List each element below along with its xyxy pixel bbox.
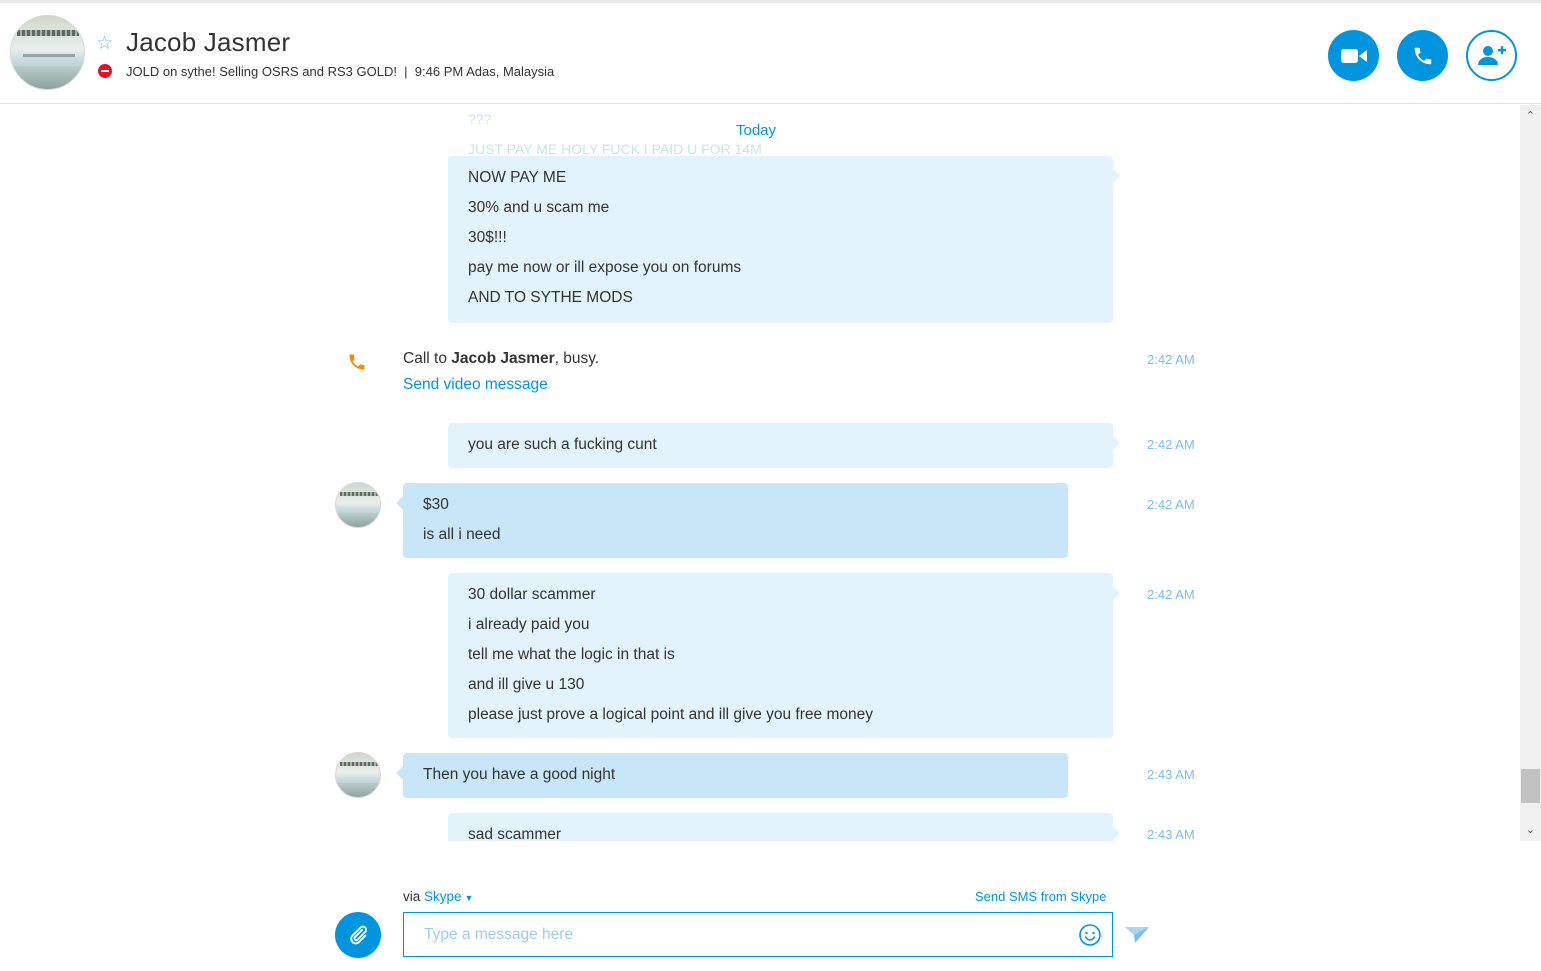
message-line: 30$!!! [468, 229, 507, 246]
message-timestamp: 2:42 AM [1147, 497, 1195, 512]
faded-message-line: ??? [468, 111, 492, 127]
conversation-header: ☆ Jacob Jasmer JOLD on sythe! Selling OS… [0, 3, 1541, 104]
audio-call-button[interactable] [1397, 30, 1448, 81]
date-divider: Today [736, 122, 777, 139]
chat-scrollbar[interactable]: ⌃ ⌄ [1520, 105, 1541, 841]
scrollbar-thumb[interactable] [1521, 769, 1540, 803]
faded-message-line: JUST PAY ME HOLY FUCK I PAID U FOR 14M [468, 141, 762, 157]
contact-name[interactable]: Jacob Jasmer [126, 27, 290, 58]
favorite-star-icon[interactable]: ☆ [96, 33, 113, 53]
outgoing-message-bubble[interactable]: you are such a fucking cunt [448, 423, 1120, 468]
scroll-down-arrow-icon[interactable]: ⌄ [1520, 821, 1541, 839]
add-people-button[interactable] [1466, 30, 1517, 81]
attach-file-button[interactable] [335, 912, 381, 958]
send-message-icon[interactable] [1125, 925, 1149, 945]
contact-avatar-small[interactable] [335, 482, 381, 528]
conversation-history[interactable]: ??? JUST PAY ME HOLY FUCK I PAID U FOR 1… [0, 105, 1520, 841]
send-video-message-link[interactable]: Send video message [403, 376, 548, 394]
message-line: you are such a fucking cunt [468, 436, 657, 453]
outgoing-message-bubble[interactable]: 30 dollar scammer i already paid you tel… [448, 573, 1120, 738]
call-event-text: Call to Jacob Jasmer, busy. [403, 350, 600, 367]
phone-icon [1414, 47, 1431, 64]
paperclip-icon [350, 925, 367, 945]
message-timestamp: 2:43 AM [1147, 767, 1195, 782]
message-line: is all i need [423, 526, 501, 543]
message-line: sad scammer [468, 826, 562, 841]
outgoing-message-bubble[interactable]: NOW PAY ME 30% and u scam me 30$!!! pay … [448, 156, 1120, 323]
message-line: pay me now or ill expose you on forums [468, 259, 742, 276]
message-line: NOW PAY ME [468, 169, 567, 186]
do-not-disturb-status-icon [98, 64, 112, 78]
message-line: i already paid you [468, 616, 590, 633]
video-call-button[interactable] [1328, 30, 1379, 81]
message-line: AND TO SYTHE MODS [468, 289, 633, 306]
emoticon-icon[interactable] [1078, 923, 1102, 947]
call-contact-name: Jacob Jasmer [451, 350, 555, 367]
message-timestamp: 2:42 AM [1147, 587, 1195, 602]
incoming-message-bubble[interactable]: $30 is all i need [396, 483, 1068, 558]
send-via-selector[interactable]: via Skype ▼ [403, 889, 473, 904]
outgoing-call-icon [349, 354, 365, 370]
message-timestamp: 2:42 AM [1147, 352, 1195, 367]
video-camera-icon [1340, 48, 1367, 63]
message-timestamp: 2:42 AM [1147, 437, 1195, 452]
message-line: and ill give u 130 [468, 676, 585, 693]
message-input[interactable] [404, 913, 1064, 956]
message-line: 30% and u scam me [468, 199, 610, 216]
contact-avatar-small[interactable] [335, 752, 381, 798]
message-line: please just prove a logical point and il… [468, 706, 873, 723]
message-line: $30 [423, 496, 449, 513]
contact-avatar[interactable] [10, 15, 85, 90]
message-timestamp: 2:43 AM [1147, 827, 1195, 841]
via-service-name: Skype [424, 889, 462, 904]
add-person-icon [1477, 45, 1506, 65]
message-line: tell me what the logic in that is [468, 646, 675, 663]
incoming-message-bubble[interactable]: Then you have a good night [396, 753, 1068, 798]
contact-mood-message: JOLD on sythe! Selling OSRS and RS3 GOLD… [126, 64, 555, 79]
scroll-up-arrow-icon[interactable]: ⌃ [1520, 107, 1541, 125]
message-line: Then you have a good night [423, 766, 616, 783]
send-sms-link[interactable]: Send SMS from Skype [975, 889, 1107, 904]
message-input-box[interactable] [403, 912, 1113, 957]
message-line: 30 dollar scammer [468, 586, 596, 603]
outgoing-message-bubble[interactable]: sad scammer [448, 813, 1120, 841]
chevron-down-icon: ▼ [464, 893, 474, 903]
